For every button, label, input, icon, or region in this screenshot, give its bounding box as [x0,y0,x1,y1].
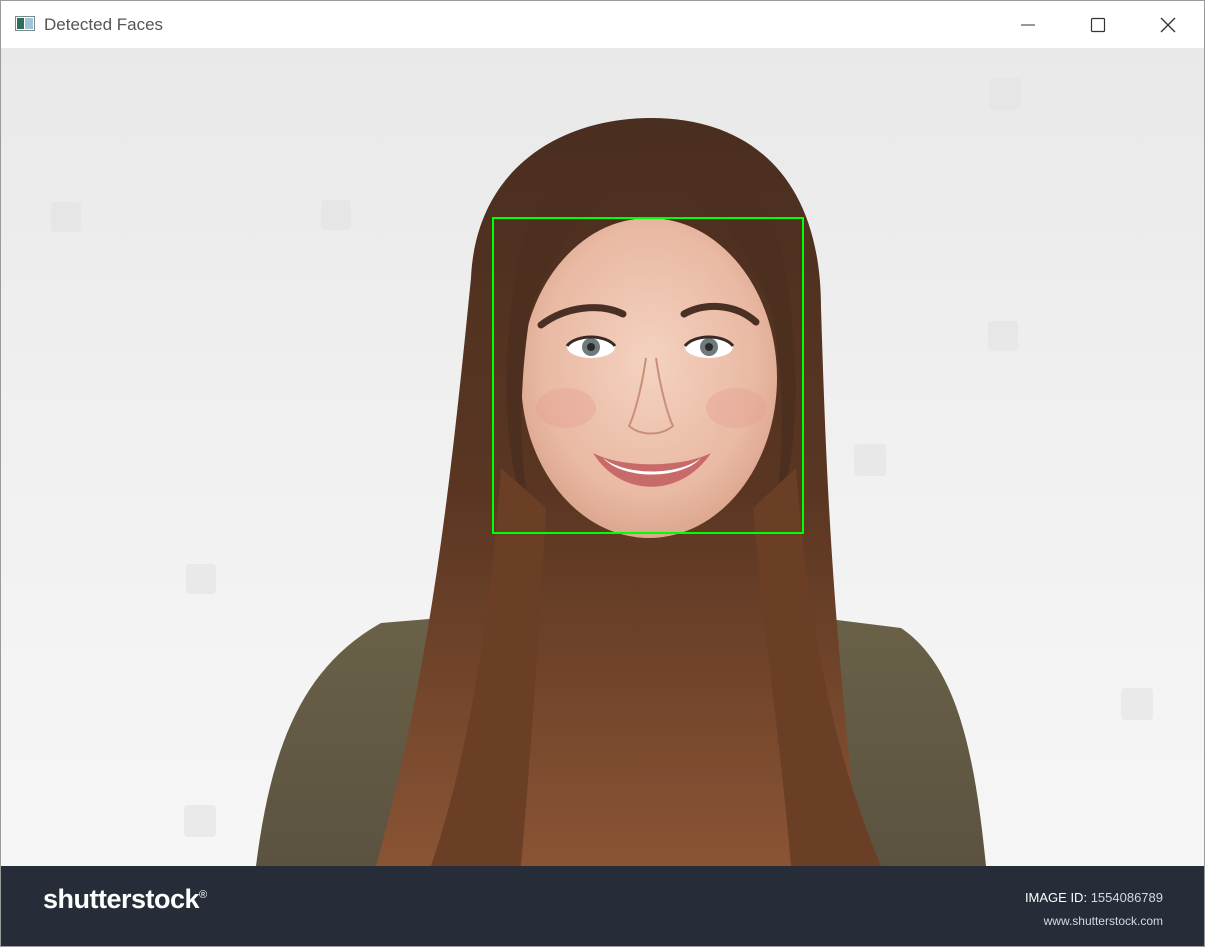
detected-faces-window: Detected Faces shutterstock® IMAGE ID: 1… [0,0,1205,947]
window-title: Detected Faces [44,15,164,34]
app-window-icon [15,16,35,31]
image-viewport: shutterstock® IMAGE ID: 1554086789 www.s… [1,48,1204,946]
minimize-icon [1021,24,1035,25]
image-id: IMAGE ID: 1554086789 [1025,890,1163,905]
site-url: www.shutterstock.com [1043,914,1163,928]
shutterstock-logo: shutterstock® [43,884,207,914]
close-button[interactable] [1133,1,1203,48]
close-icon [1160,17,1176,32]
watermark-footer: shutterstock® IMAGE ID: 1554086789 www.s… [1,866,1204,946]
image-id-value: 1554086789 [1090,890,1163,905]
portrait-photo [1,48,1204,866]
face-detection-box [492,217,804,534]
title-bar[interactable]: Detected Faces [1,1,1204,48]
minimize-button[interactable] [993,1,1063,48]
image-id-label: IMAGE ID: [1024,890,1088,905]
maximize-button[interactable] [1063,1,1133,48]
maximize-icon [1090,17,1106,32]
